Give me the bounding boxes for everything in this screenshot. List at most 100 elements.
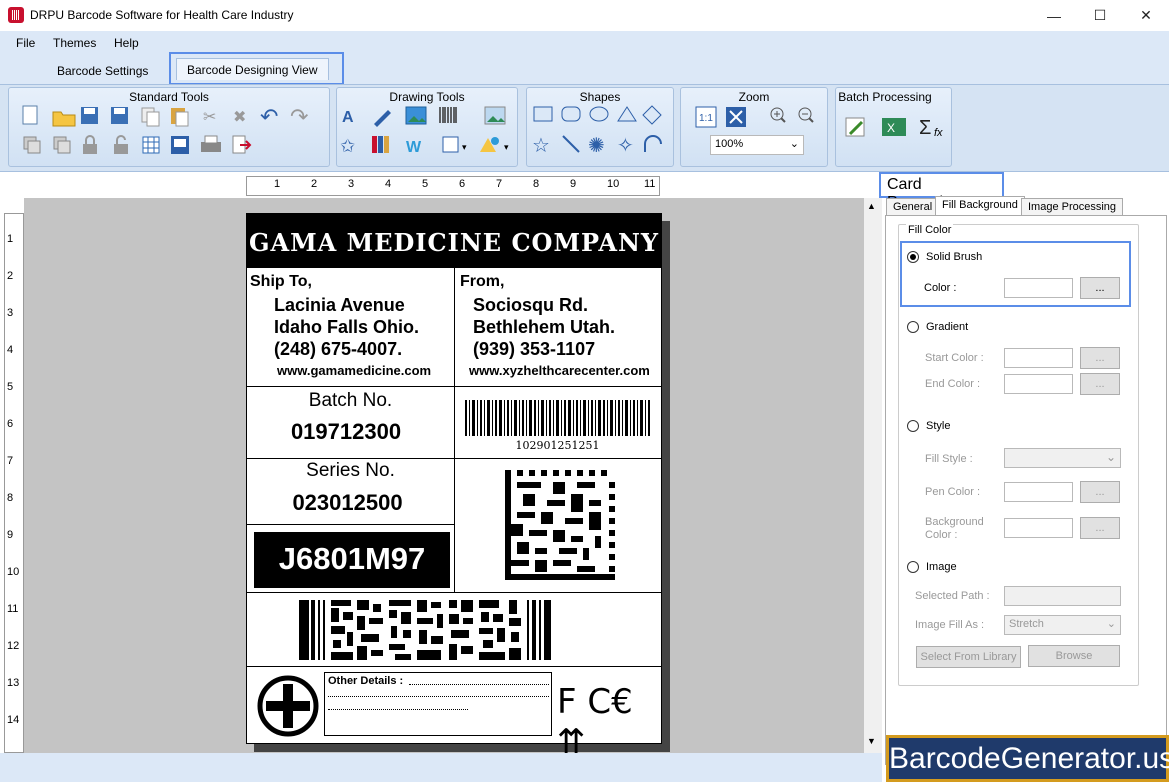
batch-edit-icon[interactable] (845, 117, 865, 137)
zoom-select[interactable]: 100% ⌄ (710, 135, 804, 155)
ship-address-line2: Idaho Falls Ohio. (274, 317, 420, 337)
print-icon[interactable] (201, 135, 221, 152)
start-color-field[interactable] (1004, 348, 1073, 368)
four-star-icon[interactable]: ✧ (617, 135, 634, 157)
ruler-number: 4 (385, 178, 392, 190)
actual-size-icon[interactable]: 1:1 (695, 106, 717, 128)
shape-picture-icon[interactable]: ▾ (480, 137, 509, 152)
arrange-icon[interactable]: ▾ (442, 136, 467, 153)
horizontal-ruler-labels: 1 2 3 4 5 6 7 8 9 10 11 (246, 178, 660, 194)
ruler-number: 2 (311, 178, 318, 190)
tab-fill-background[interactable]: Fill Background (935, 196, 1025, 216)
start-color-button[interactable]: ... (1080, 347, 1120, 369)
group-zoom-title: Zoom (738, 90, 770, 104)
barcode-label-card[interactable]: GAMA MEDICINE COMPANY Ship To, Lacinia A… (246, 213, 662, 762)
color-picker-button[interactable]: ... (1080, 277, 1120, 299)
grid-icon[interactable] (142, 136, 160, 154)
image-fill-as-select[interactable]: Stretch ⌄ (1004, 615, 1121, 635)
undo-icon[interactable]: ↶ (260, 104, 278, 129)
copy-icon[interactable] (141, 107, 160, 127)
ellipse-icon[interactable] (589, 106, 609, 122)
end-color-field[interactable] (1004, 374, 1073, 394)
new-file-icon[interactable] (22, 105, 38, 125)
chevron-down-icon: ⌄ (1105, 450, 1116, 464)
tab-barcode-settings[interactable]: Barcode Settings (47, 60, 158, 82)
pencil-icon[interactable] (374, 110, 391, 127)
gradient-radio[interactable] (907, 321, 919, 333)
line-icon[interactable] (562, 135, 580, 153)
excel-import-icon[interactable]: X (882, 118, 906, 136)
menu-themes[interactable]: Themes (53, 36, 96, 50)
vertical-scrollbar[interactable]: ▲ ▼ (864, 198, 882, 753)
linear-barcode (465, 400, 650, 436)
tab-general[interactable]: General (886, 198, 940, 216)
cut-icon[interactable]: ✂ (203, 109, 216, 126)
menu-help[interactable]: Help (114, 36, 139, 50)
maximize-button[interactable]: ☐ (1077, 0, 1123, 31)
print-preview-icon[interactable] (171, 136, 189, 154)
books-icon[interactable] (372, 136, 389, 153)
selected-path-field[interactable] (1004, 586, 1121, 606)
scroll-up-icon[interactable]: ▲ (867, 201, 876, 211)
row-divider (247, 592, 661, 593)
ungroup-icon[interactable] (53, 136, 71, 154)
zoom-value: 100% (715, 138, 744, 150)
formula-icon[interactable]: Σfx (919, 117, 943, 139)
burst-icon[interactable]: ✺ (588, 135, 605, 157)
picture-icon[interactable] (405, 106, 427, 125)
background-color-field[interactable] (1004, 518, 1073, 538)
close-button[interactable]: ✕ (1123, 0, 1169, 31)
svg-text:Σ: Σ (919, 117, 931, 139)
rounded-rectangle-icon[interactable] (561, 106, 581, 122)
pen-color-field[interactable] (1004, 482, 1073, 502)
lock-icon[interactable] (83, 135, 97, 154)
save-icon[interactable] (81, 107, 98, 124)
unlock-icon[interactable] (114, 135, 128, 154)
diamond-icon[interactable] (642, 105, 662, 125)
pen-color-button[interactable]: ... (1080, 481, 1120, 503)
solid-brush-label: Solid Brush (926, 251, 983, 263)
select-from-library-button[interactable]: Select From Library (916, 646, 1021, 668)
solid-brush-radio[interactable] (907, 251, 919, 263)
color-field[interactable] (1004, 278, 1073, 298)
ruler-number: 7 (496, 178, 503, 190)
export-icon[interactable] (232, 135, 252, 154)
ship-phone: (248) 675-4007. (274, 339, 403, 359)
background-color-button[interactable]: ... (1080, 517, 1120, 539)
style-radio[interactable] (907, 420, 919, 432)
zoom-out-icon[interactable] (798, 107, 814, 123)
vertical-ruler-labels: 1 2 3 4 5 6 7 8 9 10 11 12 13 14 (4, 213, 24, 753)
end-color-button[interactable]: ... (1080, 373, 1120, 395)
ship-to-heading: Ship To, (250, 273, 312, 290)
image-library-icon[interactable] (484, 106, 506, 125)
group-batch-title: Batch Processing (838, 90, 932, 104)
watermark-icon[interactable]: W (406, 139, 422, 156)
series-value: 023012500 (292, 490, 403, 515)
redo-icon[interactable]: ↷ (290, 104, 308, 129)
paste-icon[interactable] (171, 108, 189, 127)
group-shapes-title: Shapes (579, 90, 621, 104)
menu-file[interactable]: File (16, 36, 35, 50)
delete-icon[interactable]: ✖ (233, 109, 246, 126)
triangle-icon[interactable] (617, 106, 637, 122)
open-folder-icon[interactable] (52, 111, 76, 127)
fit-to-window-icon[interactable] (726, 107, 746, 127)
image-fill-as-value: Stretch (1009, 618, 1044, 630)
save-as-icon[interactable] (111, 107, 128, 124)
star-pen-icon[interactable]: ✩ (340, 136, 355, 156)
group-icon[interactable] (23, 136, 41, 154)
minimize-button[interactable]: — (1031, 0, 1077, 31)
browse-button[interactable]: Browse (1028, 645, 1120, 667)
tab-image-processing[interactable]: Image Processing (1021, 198, 1124, 216)
fill-style-select[interactable]: ⌄ (1004, 448, 1121, 468)
rectangle-icon[interactable] (533, 106, 553, 122)
start-color-label: Start Color : (925, 352, 984, 364)
star-icon[interactable]: ☆ (532, 135, 550, 157)
zoom-in-icon[interactable] (770, 107, 786, 123)
arc-icon[interactable] (644, 135, 662, 152)
scroll-down-icon[interactable]: ▼ (867, 736, 876, 746)
barcode-icon[interactable] (439, 107, 457, 123)
svg-text:↶: ↶ (260, 104, 278, 129)
text-icon[interactable]: A (342, 109, 354, 126)
image-radio[interactable] (907, 561, 919, 573)
